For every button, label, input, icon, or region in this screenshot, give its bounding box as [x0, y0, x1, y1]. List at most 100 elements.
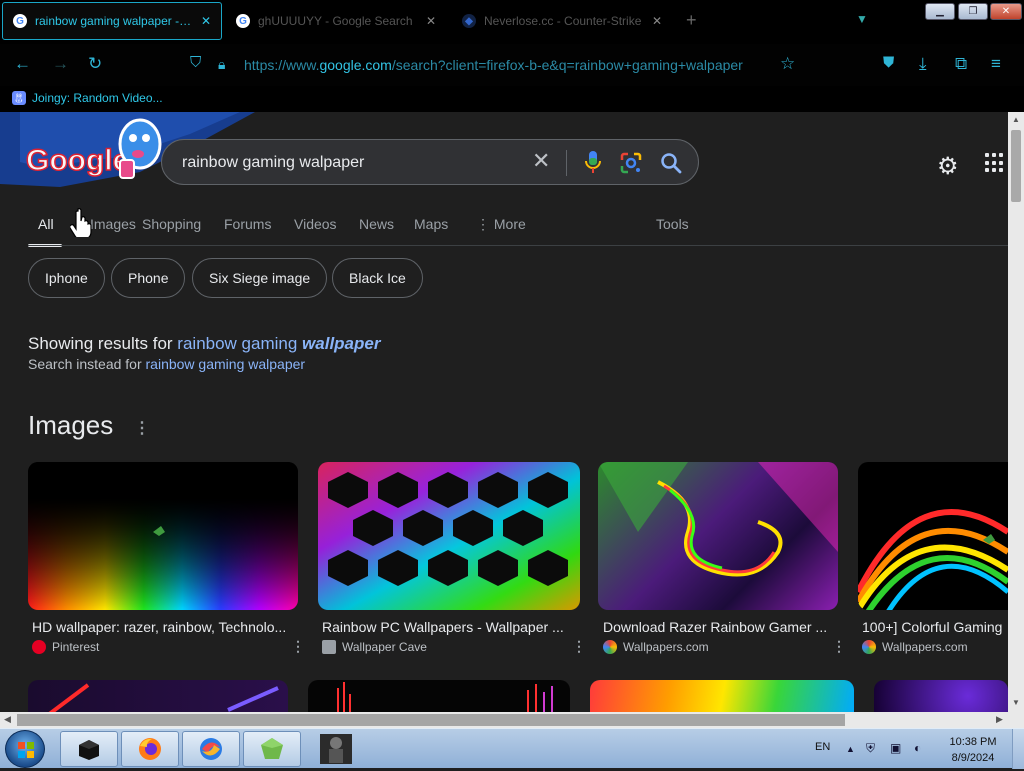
- original-query-link[interactable]: rainbow gaming walpaper: [146, 356, 306, 372]
- search-icon[interactable]: [660, 152, 682, 174]
- show-desktop-button[interactable]: [1012, 729, 1024, 769]
- more-options-icon[interactable]: ⋮: [832, 638, 846, 655]
- taskbar-app-black-box[interactable]: [60, 731, 118, 767]
- logo-text: Google: [26, 144, 129, 177]
- google-apps-grid-icon[interactable]: [985, 153, 1005, 173]
- image-result-hexagon-rainbow[interactable]: [318, 462, 580, 610]
- pocket-icon[interactable]: ⛊: [883, 54, 894, 71]
- close-tab-icon[interactable]: ✕: [652, 14, 662, 28]
- image-source[interactable]: Pinterest: [32, 640, 99, 654]
- menu-hamburger-icon[interactable]: ≡: [991, 54, 1001, 74]
- taskbar-firefox[interactable]: [121, 731, 179, 767]
- close-tab-icon[interactable]: ✕: [426, 14, 436, 28]
- list-tabs-chevron-icon[interactable]: ▼: [856, 12, 868, 26]
- more-vert-icon: ⋮: [476, 216, 494, 232]
- scroll-right-arrow-icon[interactable]: ▶: [996, 714, 1003, 725]
- image-result-row2[interactable]: [308, 680, 570, 712]
- chip-black-ice[interactable]: Black Ice: [332, 258, 423, 298]
- tab-forums[interactable]: Forums: [224, 216, 271, 232]
- vertical-scrollbar[interactable]: ▲ ▼: [1008, 112, 1024, 712]
- tab-videos[interactable]: Videos: [294, 216, 337, 232]
- corrected-query-plain: rainbow gaming: [177, 334, 303, 353]
- tab-news[interactable]: News: [359, 216, 394, 232]
- system-clock[interactable]: 10:38 PM 8/9/2024: [940, 734, 1006, 766]
- taskbar-app-game[interactable]: [318, 732, 354, 766]
- google-favicon-icon: G: [236, 14, 250, 28]
- chip-iphone[interactable]: Iphone: [28, 258, 105, 298]
- tab-rainbow-gaming[interactable]: G rainbow gaming walpaper - Go ✕: [2, 2, 222, 40]
- forward-arrow-icon[interactable]: →: [52, 54, 69, 74]
- tab-maps[interactable]: Maps: [414, 216, 448, 232]
- tab-tools[interactable]: Tools: [656, 216, 689, 232]
- voice-search-icon[interactable]: [584, 150, 602, 174]
- image-title[interactable]: 100+] Colorful Gaming: [862, 619, 1008, 635]
- url-path: /search?client=firefox-b-e&q=rainbow+gam…: [391, 57, 743, 73]
- corrected-query-link[interactable]: rainbow gaming wallpaper: [177, 334, 380, 353]
- image-source[interactable]: Wallpapers.com: [862, 640, 968, 654]
- image-title[interactable]: HD wallpaper: razer, rainbow, Technolo..…: [32, 619, 290, 635]
- corrected-query-bold: wallpaper: [302, 334, 381, 353]
- scroll-up-arrow-icon[interactable]: ▲: [1012, 115, 1020, 124]
- tab-all[interactable]: All: [38, 216, 54, 232]
- google-lens-icon[interactable]: [620, 152, 642, 174]
- back-arrow-icon[interactable]: ←: [14, 54, 31, 74]
- settings-gear-icon[interactable]: ⚙: [937, 152, 959, 181]
- lock-icon[interactable]: 🔒︎: [218, 56, 225, 73]
- language-indicator[interactable]: EN: [815, 741, 830, 753]
- search-tabs: All Images Shopping Forums Videos News M…: [28, 216, 1008, 247]
- scroll-left-arrow-icon[interactable]: ◀: [4, 714, 11, 725]
- clear-search-icon[interactable]: ✕: [532, 148, 550, 174]
- soldier-game-icon: [320, 734, 352, 764]
- new-tab-plus-icon[interactable]: +: [686, 10, 697, 31]
- extensions-icon[interactable]: ⧉: [955, 54, 967, 74]
- tray-network-icon[interactable]: ◐: [914, 741, 921, 755]
- bookmark-star-icon[interactable]: ☆: [780, 54, 795, 74]
- showing-results-for: Showing results for rainbow gaming wallp…: [28, 334, 380, 354]
- image-title[interactable]: Rainbow PC Wallpapers - Wallpaper ...: [322, 619, 568, 635]
- taskbar-app-green-cube[interactable]: [243, 731, 301, 767]
- url-bar[interactable]: https://www.google.com/search?client=fir…: [244, 57, 743, 73]
- tray-app-icon[interactable]: ⛨: [866, 741, 875, 756]
- tab-label: rainbow gaming walpaper - Go: [35, 14, 193, 28]
- reload-icon[interactable]: ↻: [88, 54, 102, 74]
- tray-monitor-icon[interactable]: ▣: [890, 741, 901, 755]
- close-tab-icon[interactable]: ✕: [201, 14, 211, 28]
- tab-google-search[interactable]: G ghUUUUYY - Google Search ✕: [226, 2, 446, 40]
- start-button[interactable]: [5, 730, 45, 768]
- chip-phone[interactable]: Phone: [111, 258, 186, 298]
- close-window-button[interactable]: ✕: [990, 3, 1022, 20]
- image-title[interactable]: Download Razer Rainbow Gamer ...: [603, 619, 829, 635]
- tab-neverlose[interactable]: ◆ Neverlose.cc - Counter-Strike ✕: [452, 2, 672, 40]
- tab-shopping[interactable]: Shopping: [142, 216, 201, 232]
- tab-images[interactable]: Images: [90, 216, 136, 232]
- image-result-colorful-gaming[interactable]: [858, 462, 1008, 610]
- vertical-scroll-thumb[interactable]: [1011, 130, 1021, 202]
- image-source[interactable]: Wallpaper Cave: [322, 640, 427, 654]
- image-result-row2[interactable]: [28, 680, 288, 712]
- search-input-box[interactable]: rainbow gaming walpaper ✕: [161, 139, 699, 185]
- taskbar-app-swirl[interactable]: [182, 731, 240, 767]
- image-result-row2[interactable]: [590, 680, 854, 712]
- scroll-down-arrow-icon[interactable]: ▼: [1012, 698, 1020, 707]
- more-options-icon[interactable]: ⋮: [572, 638, 586, 655]
- chip-six-siege-image[interactable]: Six Siege image: [192, 258, 328, 298]
- tab-more[interactable]: ⋮ More: [476, 216, 526, 233]
- images-more-options-icon[interactable]: ⋮: [134, 418, 150, 438]
- image-result-razer-rainbow[interactable]: [28, 462, 298, 610]
- horizontal-scrollbar[interactable]: ◀ ▶: [0, 712, 1008, 728]
- search-input[interactable]: rainbow gaming walpaper: [182, 154, 364, 172]
- show-hidden-icons-chevron-icon[interactable]: ▲: [846, 744, 855, 754]
- bookmark-label: Joingy: Random Video...: [32, 91, 163, 105]
- downloads-icon[interactable]: ⤓: [919, 54, 927, 74]
- restore-button[interactable]: ❐: [958, 3, 988, 20]
- image-result-razer-neon[interactable]: [598, 462, 838, 610]
- tracking-shield-icon[interactable]: ⛉: [190, 54, 201, 71]
- image-rainbow-waves-art: [858, 509, 1008, 610]
- tabs-divider: [28, 245, 1008, 246]
- image-result-row2[interactable]: [874, 680, 1008, 712]
- horizontal-scroll-thumb[interactable]: [17, 714, 845, 726]
- bookmark-joingy[interactable]: 🐰︎ Joingy: Random Video...: [12, 91, 163, 105]
- image-source[interactable]: Wallpapers.com: [603, 640, 709, 654]
- minimize-button[interactable]: ▁: [925, 3, 955, 20]
- more-options-icon[interactable]: ⋮: [291, 638, 305, 655]
